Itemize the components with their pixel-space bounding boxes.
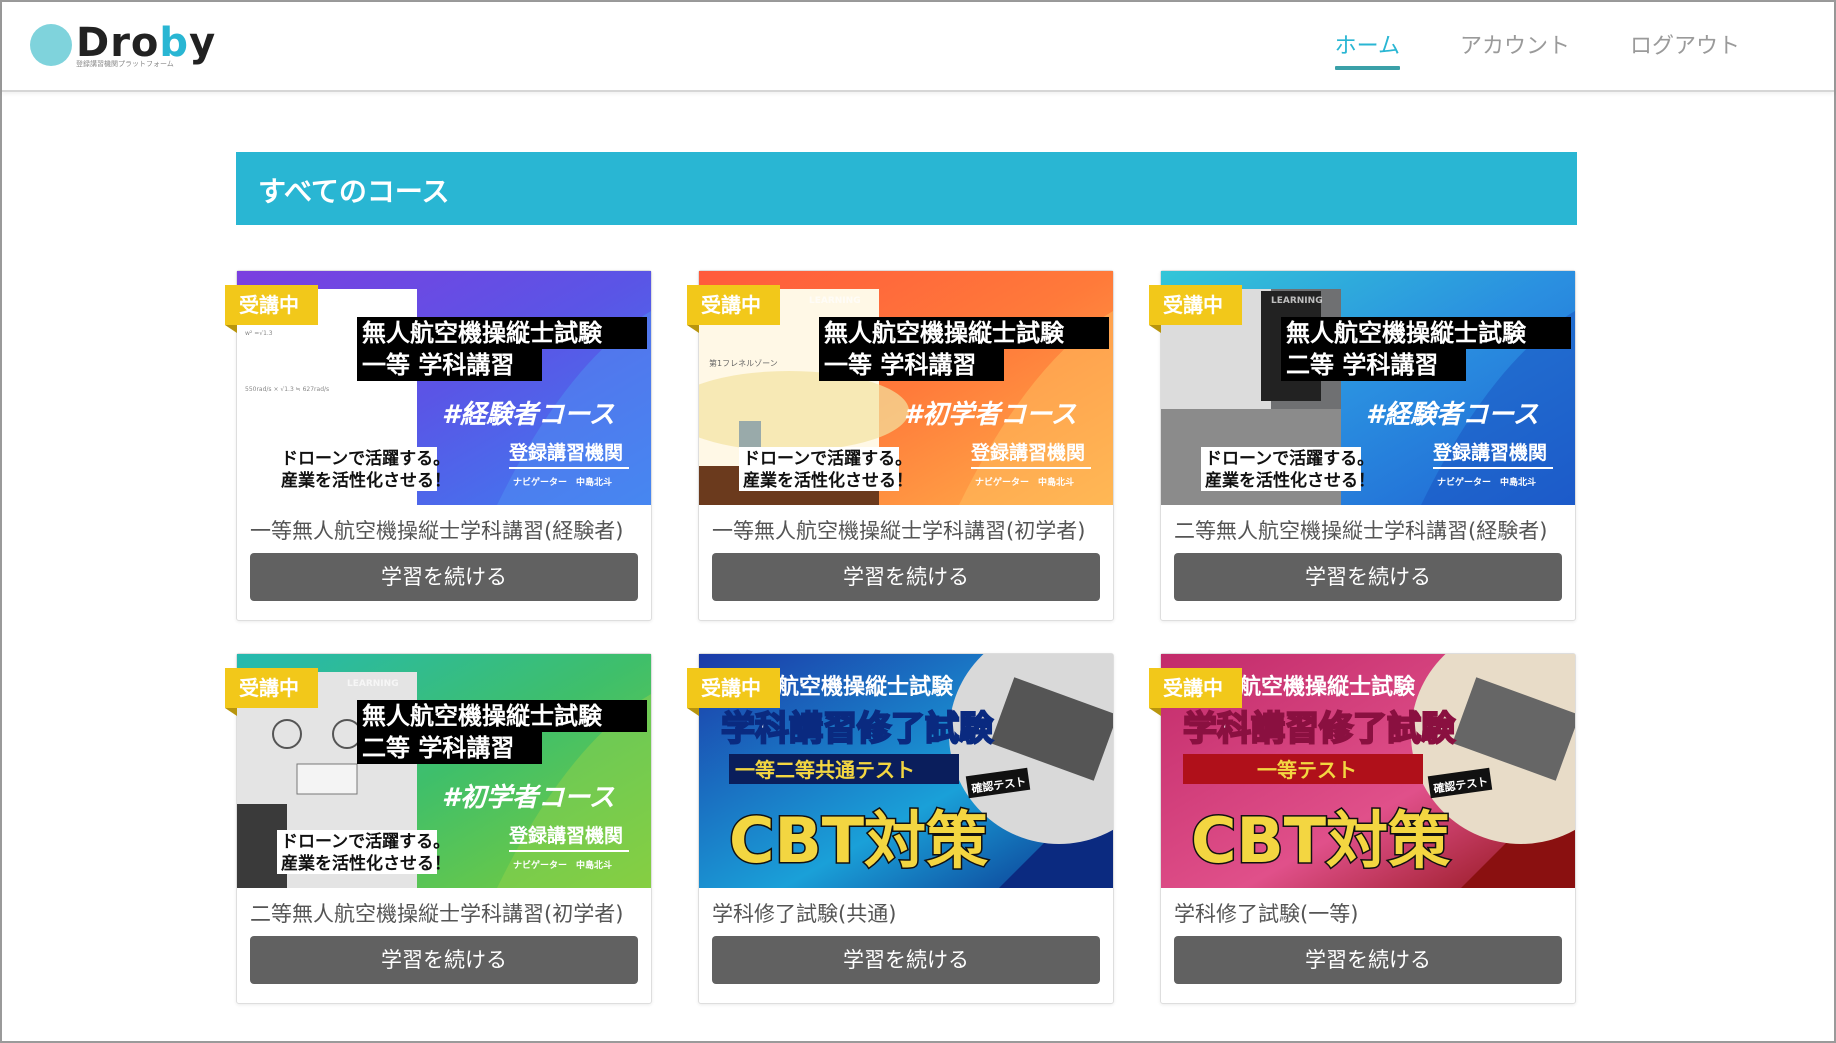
course-card[interactable]: 航空機操縦士試験 学科講習修了試験 一等テスト 確認テスト CBT対策 受講中 …: [1149, 653, 1576, 1004]
svg-text:ドローンで活躍する。: ドローンで活躍する。: [281, 448, 450, 469]
logo-circle-icon: [30, 24, 72, 66]
svg-text:LEARNING: LEARNING: [347, 296, 399, 306]
svg-text:一等 学科講習: 一等 学科講習: [824, 351, 976, 379]
course-title: 二等無人航空機操縦士学科講習(経験者): [1174, 519, 1548, 543]
svg-text:登録講習機関: 登録講習機関: [508, 441, 623, 464]
svg-text:航空機操縦士試験: 航空機操縦士試験: [777, 674, 954, 700]
svg-text:CBT対策: CBT対策: [1191, 804, 1450, 877]
svg-text:#初学者コース: #初学者コース: [442, 783, 615, 813]
nav-logout[interactable]: ログアウト: [1600, 28, 1770, 64]
svg-text:無人航空機操縦士試験: 無人航空機操縦士試験: [362, 319, 603, 347]
status-badge: 受講中: [225, 668, 318, 716]
course-title: 学科修了試験(共通): [712, 902, 897, 926]
nav-account[interactable]: アカウント: [1430, 28, 1600, 64]
svg-text:一等テスト: 一等テスト: [1257, 758, 1357, 782]
svg-text:航空機操縦士試験: 航空機操縦士試験: [1239, 674, 1416, 700]
svg-text:#経験者コース: #経験者コース: [442, 400, 615, 430]
svg-text:産業を活性化させる！: 産業を活性化させる！: [281, 853, 451, 874]
logo-subtitle: 登録講習機関プラットフォーム: [76, 60, 174, 68]
svg-text:ナビゲーター 中島北斗: ナビゲーター 中島北斗: [1437, 476, 1536, 488]
svg-text:学科講習修了試験: 学科講習修了試験: [721, 709, 994, 749]
svg-text:無人航空機操縦士試験: 無人航空機操縦士試験: [1286, 319, 1527, 347]
course-title: 一等無人航空機操縦士学科講習(経験者): [250, 519, 624, 543]
course-title: 学科修了試験(一等): [1174, 902, 1359, 926]
status-badge: 受講中: [687, 285, 780, 333]
svg-text:CBT対策: CBT対策: [729, 804, 988, 877]
nav-home[interactable]: ホーム: [1305, 28, 1430, 70]
svg-text:ナビゲーター 中島北斗: ナビゲーター 中島北斗: [513, 476, 612, 488]
course-title: 二等無人航空機操縦士学科講習(初学者): [250, 902, 624, 926]
svg-text:産業を活性化させる！: 産業を活性化させる！: [1205, 470, 1375, 491]
status-badge: 受講中: [1149, 668, 1242, 716]
continue-learning-button[interactable]: 学習を続ける: [1174, 553, 1562, 601]
svg-text:一等 学科講習: 一等 学科講習: [362, 351, 514, 379]
svg-text:LEARNING: LEARNING: [347, 679, 399, 689]
svg-text:w² =√1.3: w² =√1.3: [245, 330, 273, 337]
course-title: 一等無人航空機操縦士学科講習(初学者): [712, 519, 1086, 543]
svg-text:LEARNING: LEARNING: [809, 296, 861, 306]
course-card[interactable]: 第1フレネルゾーン LEARNING 無人航空機操縦士試験 一等 学科講習 #初…: [687, 270, 1114, 621]
svg-text:ドローンで活躍する。: ドローンで活躍する。: [743, 448, 912, 469]
svg-text:第1フレネルゾーン: 第1フレネルゾーン: [709, 358, 778, 368]
continue-learning-button[interactable]: 学習を続ける: [1174, 936, 1562, 984]
svg-text:二等 学科講習: 二等 学科講習: [1286, 351, 1438, 379]
svg-text:ナビゲーター 中島北斗: ナビゲーター 中島北斗: [513, 859, 612, 871]
svg-text:550rad/s × √1.3 ≒ 627rad/s: 550rad/s × √1.3 ≒ 627rad/s: [245, 386, 329, 393]
svg-text:ドローンで活躍する。: ドローンで活躍する。: [281, 831, 450, 852]
status-badge: 受講中: [1149, 285, 1242, 333]
svg-text:無人航空機操縦士試験: 無人航空機操縦士試験: [362, 702, 603, 730]
main-nav: ホーム アカウント ログアウト: [1305, 28, 1770, 70]
svg-text:無人航空機操縦士試験: 無人航空機操縦士試験: [824, 319, 1065, 347]
svg-text:#初学者コース: #初学者コース: [904, 400, 1077, 430]
svg-text:登録講習機関: 登録講習機関: [1432, 441, 1547, 464]
course-card[interactable]: 1.5回=1回mm²w² =√1.3 550rad/s × √1.3 ≒ 627…: [225, 270, 652, 621]
section-banner: すべてのコース: [236, 152, 1577, 225]
continue-learning-button[interactable]: 学習を続ける: [712, 553, 1100, 601]
course-card[interactable]: 航空機操縦士試験 学科講習修了試験 一等二等共通テスト 確認テスト CBT対策 …: [687, 653, 1114, 1004]
continue-learning-button[interactable]: 学習を続ける: [712, 936, 1100, 984]
svg-text:LEARNING: LEARNING: [1271, 296, 1323, 306]
status-badge: 受講中: [687, 668, 780, 716]
svg-text:二等 学科講習: 二等 学科講習: [362, 734, 514, 762]
section-title: すべてのコース: [258, 175, 450, 208]
svg-text:学科講習修了試験: 学科講習修了試験: [1183, 709, 1456, 749]
course-card[interactable]: LEARNING 無人航空機操縦士試験 二等 学科講習 #経験者コース ドローン…: [1149, 270, 1576, 621]
svg-text:登録講習機関: 登録講習機関: [970, 441, 1085, 464]
status-badge: 受講中: [225, 285, 318, 333]
course-card[interactable]: LEARNING 無人航空機操縦士試験 二等 学科講習 #初学者コース ドローン…: [225, 653, 652, 1004]
continue-learning-button[interactable]: 学習を続ける: [250, 936, 638, 984]
svg-text:登録講習機関: 登録講習機関: [508, 824, 623, 847]
svg-text:産業を活性化させる！: 産業を活性化させる！: [281, 470, 451, 491]
droby-logo[interactable]: Droby 登録講習機関プラットフォーム: [30, 20, 215, 72]
continue-learning-button[interactable]: 学習を続ける: [250, 553, 638, 601]
svg-text:ドローンで活躍する。: ドローンで活躍する。: [1205, 448, 1374, 469]
svg-text:ナビゲーター 中島北斗: ナビゲーター 中島北斗: [975, 476, 1074, 488]
svg-text:#経験者コース: #経験者コース: [1366, 400, 1539, 430]
svg-text:産業を活性化させる！: 産業を活性化させる！: [743, 470, 913, 491]
top-header: Droby 登録講習機関プラットフォーム ホーム アカウント ログアウト: [2, 2, 1834, 92]
svg-text:一等二等共通テスト: 一等二等共通テスト: [735, 758, 915, 782]
